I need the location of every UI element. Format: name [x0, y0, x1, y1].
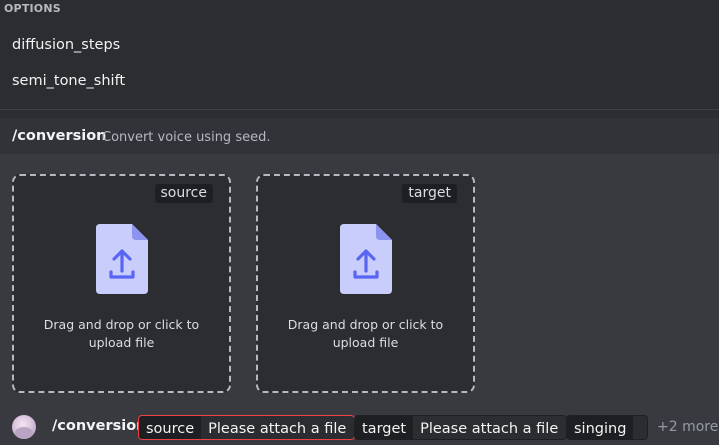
source-drop-zone[interactable]: source Drag and drop or click to upload … — [12, 174, 231, 393]
param-singing-key: singing — [567, 416, 634, 439]
command-name: /conversion — [12, 128, 107, 144]
command-header: /conversion Convert voice using seed. — [0, 118, 719, 154]
options-header: OPTIONS — [4, 2, 61, 15]
param-singing-value — [633, 416, 648, 439]
param-target[interactable]: target Please attach a file — [354, 415, 568, 440]
param-source-key: source — [139, 416, 202, 439]
param-target-key: target — [355, 416, 414, 439]
param-source-value: Please attach a file — [201, 416, 355, 439]
option-semi-tone-shift[interactable]: semi_tone_shift — [12, 73, 125, 89]
target-tag: target — [402, 184, 457, 203]
upload-area: source Drag and drop or click to upload … — [0, 154, 719, 410]
more-params[interactable]: +2 more — [657, 419, 718, 435]
param-source[interactable]: source Please attach a file — [138, 415, 356, 440]
target-drop-prompt: Drag and drop or click to upload file — [287, 317, 444, 350]
file-upload-icon — [340, 224, 392, 294]
command-description: Convert voice using seed. — [102, 130, 271, 145]
source-drop-prompt: Drag and drop or click to upload file — [43, 317, 200, 350]
param-singing[interactable]: singing — [566, 415, 649, 440]
command-input-bar: /conversion source Please attach a file … — [0, 410, 719, 445]
param-target-value: Please attach a file — [413, 416, 567, 439]
file-upload-icon — [96, 224, 148, 294]
options-panel: OPTIONS diffusion_steps semi_tone_shift — [0, 0, 719, 110]
target-drop-zone[interactable]: target Drag and drop or click to upload … — [256, 174, 475, 393]
source-tag: source — [154, 184, 213, 203]
input-command-name: /conversion — [52, 418, 147, 434]
option-diffusion-steps[interactable]: diffusion_steps — [12, 37, 120, 53]
bot-avatar — [12, 415, 36, 439]
